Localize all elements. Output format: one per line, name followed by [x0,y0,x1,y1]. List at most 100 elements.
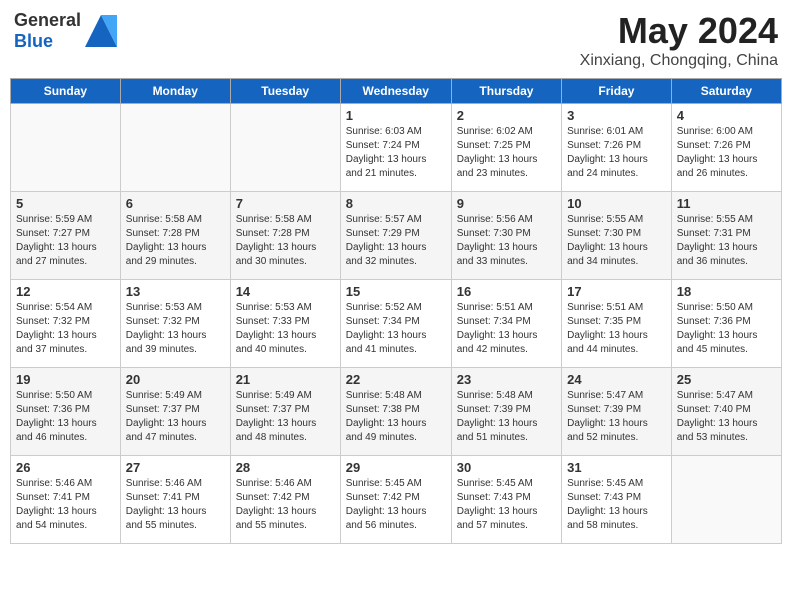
calendar-cell: 10 Sunrise: 5:55 AMSunset: 7:30 PMDayligh… [562,192,672,280]
calendar-cell: 4 Sunrise: 6:00 AMSunset: 7:26 PMDaylight… [671,104,781,192]
calendar-cell: 19 Sunrise: 5:50 AMSunset: 7:36 PMDayligh… [11,368,121,456]
calendar-location: Xinxiang, Chongqing, China [580,52,778,70]
day-info: Sunrise: 5:51 AMSunset: 7:34 PMDaylight:… [457,301,556,357]
calendar-cell: 20 Sunrise: 5:49 AMSunset: 7:37 PMDayligh… [120,368,230,456]
calendar-cell: 29 Sunrise: 5:45 AMSunset: 7:42 PMDayligh… [340,456,451,544]
calendar-cell: 13 Sunrise: 5:53 AMSunset: 7:32 PMDayligh… [120,280,230,368]
day-info: Sunrise: 5:58 AMSunset: 7:28 PMDaylight:… [236,213,335,269]
logo: General Blue [14,10,117,52]
day-info: Sunrise: 5:49 AMSunset: 7:37 PMDaylight:… [236,389,335,445]
week-row-5: 26 Sunrise: 5:46 AMSunset: 7:41 PMDayligh… [11,456,782,544]
day-number: 20 [126,372,225,387]
weekday-header-tuesday: Tuesday [230,79,340,104]
weekday-header-monday: Monday [120,79,230,104]
day-info: Sunrise: 5:52 AMSunset: 7:34 PMDaylight:… [346,301,446,357]
calendar-cell: 1 Sunrise: 6:03 AMSunset: 7:24 PMDaylight… [340,104,451,192]
day-info: Sunrise: 5:54 AMSunset: 7:32 PMDaylight:… [16,301,115,357]
calendar-cell: 14 Sunrise: 5:53 AMSunset: 7:33 PMDayligh… [230,280,340,368]
calendar-cell: 18 Sunrise: 5:50 AMSunset: 7:36 PMDayligh… [671,280,781,368]
day-info: Sunrise: 5:51 AMSunset: 7:35 PMDaylight:… [567,301,666,357]
day-number: 10 [567,196,666,211]
day-number: 2 [457,108,556,123]
day-info: Sunrise: 5:48 AMSunset: 7:38 PMDaylight:… [346,389,446,445]
weekday-header-saturday: Saturday [671,79,781,104]
logo-blue: Blue [14,31,53,51]
day-info: Sunrise: 5:45 AMSunset: 7:42 PMDaylight:… [346,477,446,533]
day-number: 15 [346,284,446,299]
day-info: Sunrise: 6:02 AMSunset: 7:25 PMDaylight:… [457,125,556,181]
title-block: May 2024 Xinxiang, Chongqing, China [580,10,778,70]
day-number: 5 [16,196,115,211]
calendar-cell [120,104,230,192]
day-number: 11 [677,196,776,211]
day-number: 16 [457,284,556,299]
day-info: Sunrise: 5:47 AMSunset: 7:40 PMDaylight:… [677,389,776,445]
day-number: 29 [346,460,446,475]
day-number: 13 [126,284,225,299]
day-number: 31 [567,460,666,475]
day-info: Sunrise: 5:50 AMSunset: 7:36 PMDaylight:… [677,301,776,357]
day-number: 24 [567,372,666,387]
day-number: 6 [126,196,225,211]
day-info: Sunrise: 6:00 AMSunset: 7:26 PMDaylight:… [677,125,776,181]
day-info: Sunrise: 5:56 AMSunset: 7:30 PMDaylight:… [457,213,556,269]
calendar-cell: 8Sunrise: 5:57 AMSunset: 7:29 PMDaylight… [340,192,451,280]
week-row-3: 12 Sunrise: 5:54 AMSunset: 7:32 PMDayligh… [11,280,782,368]
calendar-cell: 24 Sunrise: 5:47 AMSunset: 7:39 PMDayligh… [562,368,672,456]
day-info: Sunrise: 5:53 AMSunset: 7:32 PMDaylight:… [126,301,225,357]
week-row-1: 1 Sunrise: 6:03 AMSunset: 7:24 PMDaylight… [11,104,782,192]
calendar-cell: 12 Sunrise: 5:54 AMSunset: 7:32 PMDayligh… [11,280,121,368]
day-number: 30 [457,460,556,475]
day-number: 26 [16,460,115,475]
day-number: 9 [457,196,556,211]
day-info: Sunrise: 5:46 AMSunset: 7:42 PMDaylight:… [236,477,335,533]
calendar-cell: 2 Sunrise: 6:02 AMSunset: 7:25 PMDaylight… [451,104,561,192]
week-row-4: 19 Sunrise: 5:50 AMSunset: 7:36 PMDayligh… [11,368,782,456]
calendar-cell: 26Sunrise: 5:46 AMSunset: 7:41 PMDayligh… [11,456,121,544]
calendar-cell: 16 Sunrise: 5:51 AMSunset: 7:34 PMDayligh… [451,280,561,368]
day-info: Sunrise: 5:46 AMSunset: 7:41 PMDaylight:… [126,477,225,533]
calendar-cell: 11 Sunrise: 5:55 AMSunset: 7:31 PMDayligh… [671,192,781,280]
day-info: Sunrise: 5:49 AMSunset: 7:37 PMDaylight:… [126,389,225,445]
day-number: 4 [677,108,776,123]
day-number: 7 [236,196,335,211]
weekday-header-wednesday: Wednesday [340,79,451,104]
calendar-cell: 15 Sunrise: 5:52 AMSunset: 7:34 PMDayligh… [340,280,451,368]
calendar-cell: 6Sunrise: 5:58 AMSunset: 7:28 PMDaylight… [120,192,230,280]
day-number: 19 [16,372,115,387]
day-info: Sunrise: 5:55 AMSunset: 7:30 PMDaylight:… [567,213,666,269]
day-number: 23 [457,372,556,387]
calendar-cell: 30 Sunrise: 5:45 AMSunset: 7:43 PMDayligh… [451,456,561,544]
logo-general: General [14,10,81,30]
day-info: Sunrise: 6:03 AMSunset: 7:24 PMDaylight:… [346,125,446,181]
logo-icon [85,15,117,47]
day-info: Sunrise: 5:57 AMSunset: 7:29 PMDaylight:… [346,213,446,269]
day-number: 18 [677,284,776,299]
weekday-header-friday: Friday [562,79,672,104]
day-info: Sunrise: 5:50 AMSunset: 7:36 PMDaylight:… [16,389,115,445]
day-info: Sunrise: 5:48 AMSunset: 7:39 PMDaylight:… [457,389,556,445]
day-number: 21 [236,372,335,387]
calendar-cell: 22 Sunrise: 5:48 AMSunset: 7:38 PMDayligh… [340,368,451,456]
calendar-cell [11,104,121,192]
day-info: Sunrise: 5:45 AMSunset: 7:43 PMDaylight:… [567,477,666,533]
day-info: Sunrise: 5:55 AMSunset: 7:31 PMDaylight:… [677,213,776,269]
calendar-cell: 17Sunrise: 5:51 AMSunset: 7:35 PMDayligh… [562,280,672,368]
calendar-table: SundayMondayTuesdayWednesdayThursdayFrid… [10,78,782,544]
day-number: 14 [236,284,335,299]
day-info: Sunrise: 5:47 AMSunset: 7:39 PMDaylight:… [567,389,666,445]
calendar-cell: 31 Sunrise: 5:45 AMSunset: 7:43 PMDayligh… [562,456,672,544]
day-number: 25 [677,372,776,387]
day-info: Sunrise: 6:01 AMSunset: 7:26 PMDaylight:… [567,125,666,181]
calendar-cell [230,104,340,192]
day-number: 12 [16,284,115,299]
day-number: 22 [346,372,446,387]
day-info: Sunrise: 5:45 AMSunset: 7:43 PMDaylight:… [457,477,556,533]
day-info: Sunrise: 5:53 AMSunset: 7:33 PMDaylight:… [236,301,335,357]
day-number: 1 [346,108,446,123]
calendar-cell: 28 Sunrise: 5:46 AMSunset: 7:42 PMDayligh… [230,456,340,544]
page-header: General Blue May 2024 Xinxiang, Chongqin… [10,10,782,70]
day-number: 28 [236,460,335,475]
calendar-cell: 7 Sunrise: 5:58 AMSunset: 7:28 PMDaylight… [230,192,340,280]
weekday-header-row: SundayMondayTuesdayWednesdayThursdayFrid… [11,79,782,104]
